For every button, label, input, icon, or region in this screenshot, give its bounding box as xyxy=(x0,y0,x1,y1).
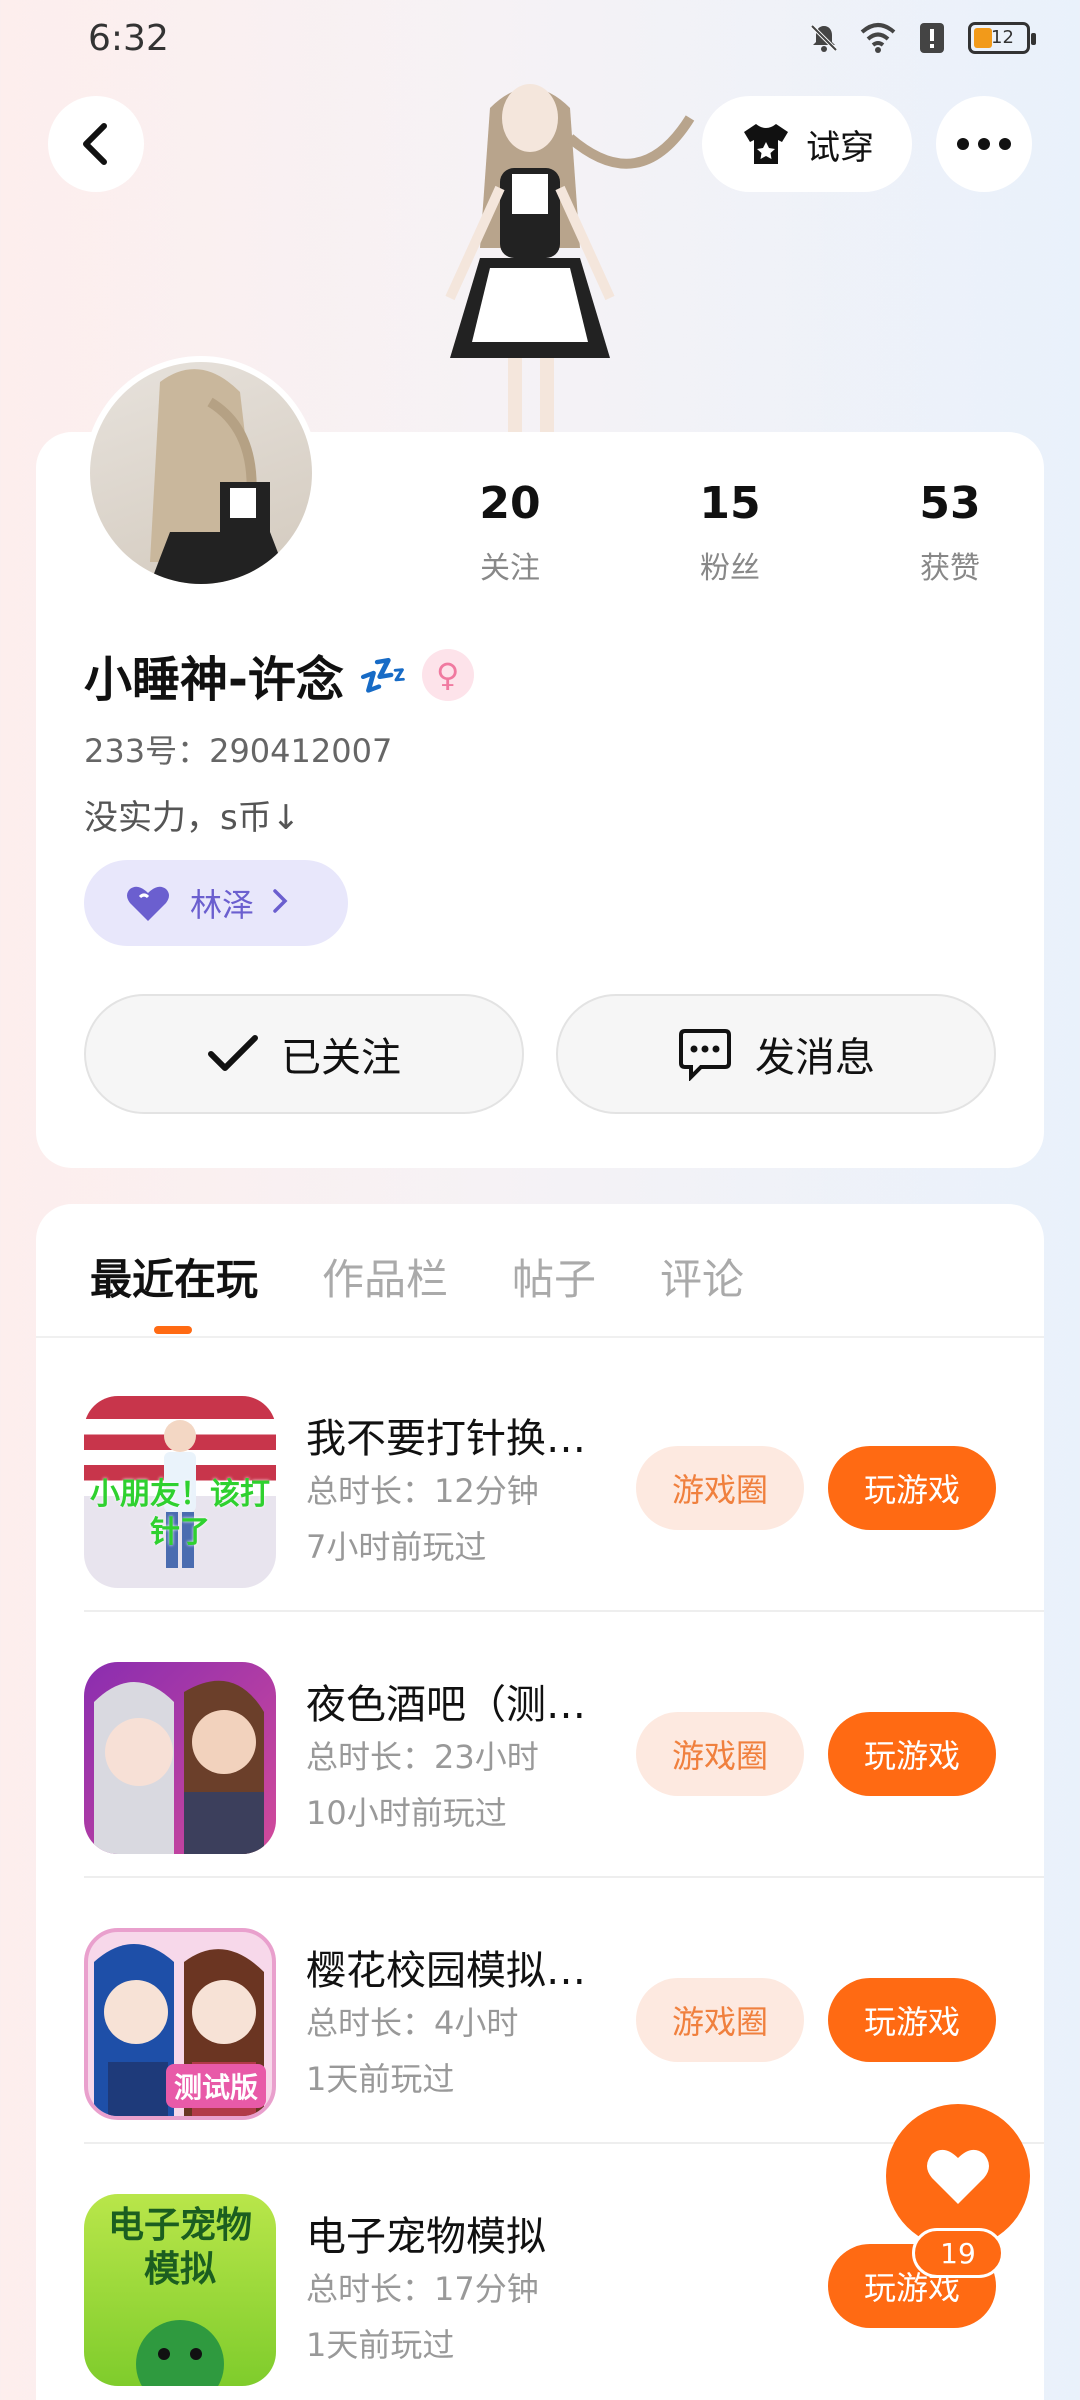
game-title: 我不要打针换… xyxy=(306,1416,586,1462)
tab-posts[interactable]: 帖子 xyxy=(512,1246,596,1307)
chevron-right-icon xyxy=(272,884,288,922)
game-circle-button[interactable]: 游戏圈 xyxy=(636,1712,804,1796)
send-message-label: 发消息 xyxy=(755,1035,875,1081)
play-game-button[interactable]: 玩游戏 xyxy=(828,1712,996,1796)
game-icon xyxy=(84,1662,276,1854)
stat-likes-value: 53 xyxy=(919,478,981,529)
tab-recently-played[interactable]: 最近在玩 xyxy=(90,1246,258,1307)
stat-following[interactable]: 20 关注 xyxy=(440,478,580,587)
game-icon: 测试版 xyxy=(84,1928,276,2120)
mute-bell-icon xyxy=(806,20,842,56)
stat-following-value: 20 xyxy=(479,478,541,529)
tshirt-icon xyxy=(744,124,788,164)
list-item[interactable]: 测试版 樱花校园模拟… 总时长：4小时 1天前玩过 游戏圈 玩游戏 xyxy=(84,1878,1044,2144)
game-duration: 总时长：17分钟 xyxy=(306,2270,539,2308)
chat-bubble-icon xyxy=(679,1029,731,1081)
game-title: 樱花校园模拟… xyxy=(306,1948,586,1994)
game-title: 夜色酒吧（测… xyxy=(306,1682,586,1728)
like-button[interactable] xyxy=(886,2104,1030,2248)
battery-level: 12 xyxy=(991,27,1014,48)
user-bio: 没实力，s币↓ xyxy=(84,798,301,838)
game-last-played: 10小时前玩过 xyxy=(306,1794,507,1832)
game-last-played: 1天前玩过 xyxy=(306,2326,455,2364)
status-bar: 6:32 12 xyxy=(0,0,1080,80)
status-icons: 12 xyxy=(806,20,1036,56)
stat-followers-label: 粉丝 xyxy=(700,551,760,586)
guild-badge[interactable]: 林泽 xyxy=(84,860,348,946)
more-dots-icon xyxy=(957,138,1011,150)
sim-alert-icon xyxy=(914,20,950,56)
status-time: 6:32 xyxy=(88,18,169,59)
send-message-button[interactable]: 发消息 xyxy=(556,994,996,1114)
play-game-button[interactable]: 玩游戏 xyxy=(828,1978,996,2062)
name-row: 小睡神-许念 💤 ♀ xyxy=(84,640,474,710)
try-on-button[interactable]: 试穿 xyxy=(702,96,912,192)
game-icon: 电子宠物模拟 xyxy=(84,2194,276,2386)
sleep-emoji-icon: 💤 xyxy=(357,652,408,699)
stat-followers-value: 15 xyxy=(699,478,761,529)
game-title: 电子宠物模拟 xyxy=(306,2214,546,2260)
wifi-icon xyxy=(860,20,896,56)
game-circle-button[interactable]: 游戏圈 xyxy=(636,1978,804,2062)
list-item[interactable]: 夜色酒吧（测… 总时长：23小时 10小时前玩过 游戏圈 玩游戏 xyxy=(84,1612,1044,1878)
tab-works[interactable]: 作品栏 xyxy=(322,1246,448,1307)
follow-button[interactable]: 已关注 xyxy=(84,994,524,1114)
stat-followers[interactable]: 15 粉丝 xyxy=(660,478,800,587)
guild-label: 林泽 xyxy=(190,886,255,924)
tab-comments[interactable]: 评论 xyxy=(660,1246,744,1307)
game-icon-caption: 小朋友！该打针了 xyxy=(90,1477,270,1550)
game-duration: 总时长：12分钟 xyxy=(306,1472,539,1510)
heart-icon xyxy=(927,2149,989,2204)
avatar[interactable] xyxy=(84,356,318,590)
avatar-3d-figure xyxy=(380,78,710,432)
game-icon: 小朋友！该打针了 xyxy=(84,1396,276,1588)
battery-icon: 12 xyxy=(968,22,1036,54)
back-button[interactable] xyxy=(48,96,144,192)
game-last-played: 7小时前玩过 xyxy=(306,1528,487,1566)
stat-likes-label: 获赞 xyxy=(920,551,980,586)
follow-label: 已关注 xyxy=(281,1035,401,1081)
more-options-button[interactable] xyxy=(936,96,1032,192)
heart-badge-icon xyxy=(127,886,169,921)
female-gender-icon: ♀ xyxy=(421,649,474,701)
play-game-button[interactable]: 玩游戏 xyxy=(828,1446,996,1530)
game-duration: 总时长：23小时 xyxy=(306,1738,539,1776)
tabs-divider xyxy=(36,1336,1044,1338)
checkmark-icon xyxy=(208,1035,258,1071)
stat-following-label: 关注 xyxy=(480,551,540,586)
like-count-badge: 19 xyxy=(912,2228,1004,2278)
user-id: 233号：290412007 xyxy=(84,732,393,770)
user-name: 小睡神-许念 xyxy=(84,652,344,708)
game-last-played: 1天前玩过 xyxy=(306,2060,455,2098)
game-icon-caption: 测试版 xyxy=(165,2064,266,2108)
chevron-left-icon xyxy=(83,123,107,165)
list-item[interactable]: 小朋友！该打针了 我不要打针换… 总时长：12分钟 7小时前玩过 游戏圈 玩游戏 xyxy=(84,1346,1044,1612)
stat-likes[interactable]: 53 获赞 xyxy=(880,478,1020,587)
active-tab-indicator xyxy=(154,1326,192,1334)
game-duration: 总时长：4小时 xyxy=(306,2004,519,2042)
game-circle-button[interactable]: 游戏圈 xyxy=(636,1446,804,1530)
profile-stats: 20 关注 15 粉丝 53 获赞 xyxy=(440,478,1020,587)
profile-tabs: 最近在玩 作品栏 帖子 评论 xyxy=(90,1246,744,1307)
try-on-label: 试穿 xyxy=(806,127,874,168)
